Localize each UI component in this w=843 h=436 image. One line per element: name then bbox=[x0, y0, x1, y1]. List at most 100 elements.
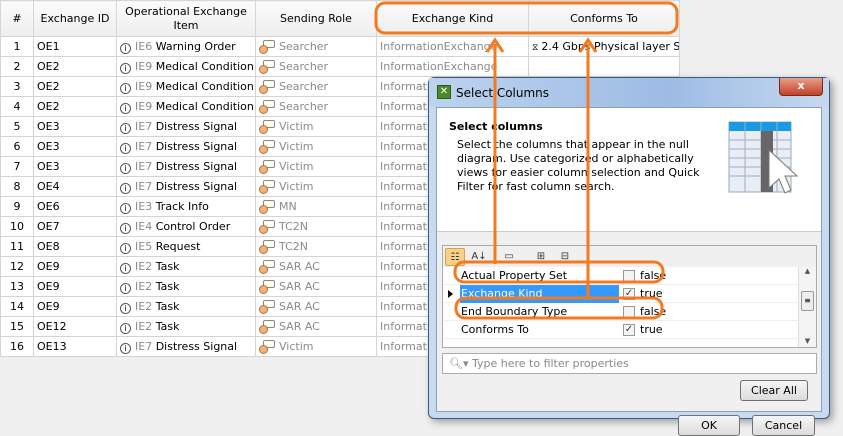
exchange-kind-cell[interactable]: InformationExchange bbox=[376, 56, 529, 77]
column-header-exchange-kind[interactable]: Exchange Kind bbox=[376, 0, 529, 37]
item-id: IE9 bbox=[135, 59, 153, 73]
search-icon: 🔍︎▾ bbox=[449, 357, 472, 370]
exchange-id-cell[interactable]: OE8 bbox=[33, 236, 117, 257]
close-button[interactable]: x bbox=[779, 78, 823, 96]
property-checkbox[interactable]: ✓ bbox=[623, 288, 635, 300]
sending-role-cell[interactable]: TC2N bbox=[255, 236, 377, 257]
exchange-id-cell[interactable]: OE2 bbox=[33, 76, 117, 97]
conforms-to-cell[interactable]: ⧖ 2.4 Gbps Physical layer Sp bbox=[528, 36, 680, 57]
property-row[interactable]: Conforms To ✓ true bbox=[443, 321, 799, 339]
property-checkbox[interactable] bbox=[623, 270, 635, 282]
exchange-item-cell[interactable]: i IE7 Distress Signal bbox=[116, 176, 256, 197]
properties-grid: Actual Property Set false Exchange Kind ✓… bbox=[443, 267, 799, 347]
sending-role-cell[interactable]: SAR AC bbox=[255, 256, 377, 277]
cancel-button[interactable]: Cancel bbox=[752, 415, 815, 436]
exchange-id-cell[interactable]: OE13 bbox=[33, 336, 117, 357]
exchange-item-cell[interactable]: i IE7 Distress Signal bbox=[116, 156, 256, 177]
exchange-item-cell[interactable]: i IE5 Request bbox=[116, 236, 256, 257]
column-header-operational-exchange-item[interactable]: Operational Exchange Item bbox=[116, 0, 256, 37]
info-icon: i bbox=[120, 162, 131, 174]
row-number: 6 bbox=[0, 136, 34, 157]
exchange-item-cell[interactable]: i IE2 Task bbox=[116, 276, 256, 297]
filter-placeholder: Type here to filter properties bbox=[471, 357, 629, 370]
exchange-id-cell[interactable]: OE1 bbox=[33, 36, 117, 57]
scrollbar-thumb[interactable]: ≡ bbox=[801, 291, 814, 311]
sending-role-cell[interactable]: SAR AC bbox=[255, 276, 377, 297]
property-row[interactable]: Exchange Kind ✓ true bbox=[443, 285, 799, 303]
exchange-id-cell[interactable]: OE2 bbox=[33, 56, 117, 77]
exchange-id-cell[interactable]: OE2 bbox=[33, 96, 117, 117]
sort-alphabetically-icon[interactable]: A↓ bbox=[469, 248, 489, 266]
conforms-to-cell[interactable] bbox=[528, 56, 680, 77]
exchange-item-cell[interactable]: i IE6 Warning Order bbox=[116, 36, 256, 57]
categorized-view-icon[interactable]: ☷ bbox=[445, 248, 465, 266]
info-icon: i bbox=[120, 262, 131, 274]
column-header-sending-role[interactable]: Sending Role bbox=[255, 0, 377, 37]
exchange-item-cell[interactable]: i IE7 Distress Signal bbox=[116, 336, 256, 357]
column-header-number[interactable]: # bbox=[0, 0, 34, 37]
exchange-item-cell[interactable]: i IE2 Task bbox=[116, 296, 256, 317]
sending-role-cell[interactable]: Searcher bbox=[255, 56, 377, 77]
sending-role-cell[interactable]: MN bbox=[255, 196, 377, 217]
ok-button[interactable]: OK bbox=[678, 415, 740, 436]
exchange-id-cell[interactable]: OE6 bbox=[33, 196, 117, 217]
sending-role-cell[interactable]: Victim bbox=[255, 176, 377, 197]
filter-input[interactable]: 🔍︎▾ Type here to filter properties bbox=[442, 353, 817, 374]
property-checkbox[interactable]: ✓ bbox=[623, 324, 635, 336]
exchange-item-cell[interactable]: i IE9 Medical Condition bbox=[116, 96, 256, 117]
role-icon bbox=[259, 80, 275, 94]
description-icon[interactable]: ▭ bbox=[499, 248, 519, 266]
exchange-item-cell[interactable]: i IE4 Control Order bbox=[116, 216, 256, 237]
row-number: 4 bbox=[0, 96, 34, 117]
sending-role-cell[interactable]: SAR AC bbox=[255, 296, 377, 317]
table-row[interactable]: 1 OE1 i IE6 Warning Order Searcher Inform… bbox=[0, 36, 680, 57]
sending-role-cell[interactable]: Victim bbox=[255, 336, 377, 357]
exchange-item-cell[interactable]: i IE9 Medical Condition bbox=[116, 76, 256, 97]
sending-role-cell[interactable]: Victim bbox=[255, 136, 377, 157]
collapse-all-icon[interactable]: ⊟ bbox=[555, 248, 575, 266]
dialog-title-bar[interactable]: ✕ Select Columns x bbox=[429, 78, 829, 107]
exchange-item-cell[interactable]: i IE7 Distress Signal bbox=[116, 116, 256, 137]
column-header-exchange-id[interactable]: Exchange ID bbox=[33, 0, 117, 37]
property-row[interactable]: End Boundary Type false bbox=[443, 303, 799, 321]
exchange-item-cell[interactable]: i IE7 Distress Signal bbox=[116, 136, 256, 157]
property-checkbox[interactable] bbox=[623, 306, 635, 318]
sending-role-cell[interactable]: Searcher bbox=[255, 96, 377, 117]
exchange-item-cell[interactable]: i IE2 Task bbox=[116, 256, 256, 277]
role-name: Victim bbox=[279, 140, 314, 153]
column-header-conforms-to[interactable]: Conforms To bbox=[528, 0, 680, 37]
row-number: 2 bbox=[0, 56, 34, 77]
exchange-id-cell[interactable]: OE9 bbox=[33, 276, 117, 297]
exchange-id-cell[interactable]: OE9 bbox=[33, 296, 117, 317]
sending-role-cell[interactable]: Searcher bbox=[255, 36, 377, 57]
exchange-id-cell[interactable]: OE3 bbox=[33, 116, 117, 137]
exchange-item-cell[interactable]: i IE2 Task bbox=[116, 316, 256, 337]
sending-role-cell[interactable]: SAR AC bbox=[255, 316, 377, 337]
table-row[interactable]: 2 OE2 i IE9 Medical Condition Searcher In… bbox=[0, 56, 680, 77]
item-id: IE3 bbox=[135, 199, 153, 213]
role-icon bbox=[259, 40, 275, 54]
scrollbar[interactable]: ▲ ≡ ▼ bbox=[798, 267, 816, 347]
exchange-item-cell[interactable]: i IE9 Medical Condition bbox=[116, 56, 256, 77]
exchange-id-cell[interactable]: OE3 bbox=[33, 136, 117, 157]
exchange-item-cell[interactable]: i IE3 Track Info bbox=[116, 196, 256, 217]
sending-role-cell[interactable]: Victim bbox=[255, 116, 377, 137]
sending-role-cell[interactable]: Searcher bbox=[255, 76, 377, 97]
role-icon bbox=[259, 140, 275, 154]
sending-role-cell[interactable]: Victim bbox=[255, 156, 377, 177]
expand-all-icon[interactable]: ⊞ bbox=[531, 248, 551, 266]
exchange-id-cell[interactable]: OE7 bbox=[33, 216, 117, 237]
exchange-id-cell[interactable]: OE12 bbox=[33, 316, 117, 337]
role-icon bbox=[259, 220, 275, 234]
clear-all-button[interactable]: Clear All bbox=[740, 380, 808, 401]
item-name: Task bbox=[155, 279, 180, 293]
exchange-id-cell[interactable]: OE3 bbox=[33, 156, 117, 177]
info-icon: i bbox=[120, 322, 131, 334]
exchange-kind-cell[interactable]: InformationExchange bbox=[376, 36, 529, 57]
exchange-id-cell[interactable]: OE9 bbox=[33, 256, 117, 277]
property-row[interactable]: Actual Property Set false bbox=[443, 267, 799, 285]
sending-role-cell[interactable]: TC2N bbox=[255, 216, 377, 237]
property-name: Actual Property Set bbox=[461, 269, 568, 282]
exchange-id-cell[interactable]: OE4 bbox=[33, 176, 117, 197]
role-name: Victim bbox=[279, 160, 314, 173]
